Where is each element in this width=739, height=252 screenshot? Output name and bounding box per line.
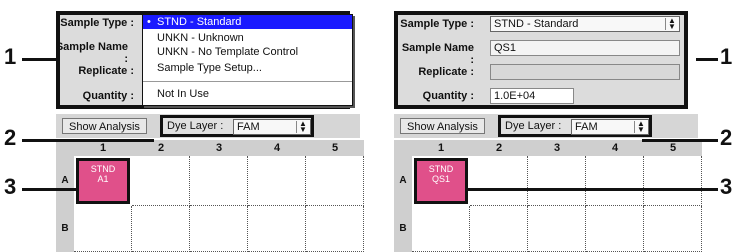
well-type: STND: [428, 164, 454, 174]
well-name: A1: [97, 174, 109, 184]
dye-layer-select[interactable]: FAM ▲ ▼: [571, 119, 649, 135]
sample-type-label: Sample Type :: [400, 18, 474, 30]
sample-info-box: Sample Type : STND - Standard ▲ ▼ Sample …: [394, 11, 688, 109]
column-header: 5: [644, 140, 702, 156]
dropdown-item-standard[interactable]: • STND - Standard: [143, 15, 352, 29]
grid-corner: [56, 140, 74, 156]
callout-2-left-line: [22, 139, 154, 142]
toolbar: Show Analysis Dye Layer : FAM ▲ ▼: [56, 114, 360, 138]
row-header: B: [394, 206, 412, 252]
dye-layer-value: FAM: [237, 121, 260, 133]
well-b5[interactable]: [306, 206, 364, 252]
well-a1-selected[interactable]: STND QS1: [414, 158, 468, 204]
well-name: QS1: [431, 174, 450, 184]
plate-grid: 1 2 3 4 5 A B STND QS1: [394, 140, 702, 252]
well-type: STND: [90, 164, 116, 174]
chevron-up-down-icon: ▲ ▼: [665, 17, 678, 31]
quantity-label: Quantity :: [82, 90, 134, 102]
sample-type-label: Sample Type :: [60, 17, 134, 29]
callout-2-left: 2: [4, 125, 17, 150]
callout-3-right: 3: [720, 174, 733, 199]
column-header: 3: [190, 140, 248, 156]
well-a4[interactable]: [248, 156, 306, 206]
column-header: 1: [74, 140, 132, 156]
dropdown-item-not-in-use[interactable]: Not In Use: [143, 87, 352, 101]
quantity-field[interactable]: 1.0E+04: [490, 88, 574, 104]
replicate-field[interactable]: [490, 64, 680, 80]
left-panel: Sample Type : Sample Name : Replicate : …: [48, 0, 368, 252]
column-header: 4: [248, 140, 306, 156]
show-analysis-button[interactable]: Show Analysis: [62, 118, 147, 134]
well-b3[interactable]: [528, 206, 586, 252]
dropdown-item-no-template-control[interactable]: UNKN - No Template Control: [143, 45, 352, 59]
well-b3[interactable]: [190, 206, 248, 252]
row-header: A: [394, 156, 412, 206]
column-header: 2: [470, 140, 528, 156]
dye-layer-box: Dye Layer : FAM ▲ ▼: [498, 115, 652, 137]
callout-2-right-line: [642, 139, 718, 142]
plate-grid: 1 2 3 4 5 A B STND A1: [56, 140, 364, 252]
well-b4[interactable]: [248, 206, 306, 252]
quantity-label: Quantity :: [422, 90, 474, 102]
well-a3[interactable]: [190, 156, 248, 206]
column-header: 4: [586, 140, 644, 156]
dropdown-item-sample-type-setup[interactable]: Sample Type Setup...: [143, 61, 352, 75]
callout-3-left-line: [22, 188, 78, 191]
well-a2[interactable]: [132, 156, 190, 206]
dye-layer-select[interactable]: FAM ▲ ▼: [233, 119, 311, 135]
well-a4[interactable]: [586, 156, 644, 206]
callout-1-right-line: [696, 58, 718, 61]
dye-layer-label: Dye Layer :: [167, 120, 224, 132]
grid-corner: [394, 140, 412, 156]
column-header: 5: [306, 140, 364, 156]
well-b1[interactable]: [74, 206, 132, 252]
dye-layer-box: Dye Layer : FAM ▲ ▼: [160, 115, 314, 137]
dye-layer-label: Dye Layer :: [505, 120, 562, 132]
dropdown-item-label: STND - Standard: [157, 16, 242, 28]
dye-layer-value: FAM: [575, 121, 598, 133]
chevron-up-down-icon: ▲ ▼: [296, 120, 309, 134]
column-header: 2: [132, 140, 190, 156]
sample-type-select[interactable]: STND - Standard ▲ ▼: [490, 16, 680, 32]
well-b2[interactable]: [132, 206, 190, 252]
column-header: 1: [412, 140, 470, 156]
callout-3-left: 3: [4, 174, 17, 199]
sample-name-label: Sample Name :: [401, 42, 474, 66]
toolbar: Show Analysis Dye Layer : FAM ▲ ▼: [394, 114, 698, 138]
well-b5[interactable]: [644, 206, 702, 252]
dropdown-item-unknown[interactable]: UNKN - Unknown: [143, 31, 352, 45]
well-a5[interactable]: [644, 156, 702, 206]
replicate-label: Replicate :: [78, 65, 134, 77]
well-b1[interactable]: [412, 206, 470, 252]
callout-1-right: 1: [720, 44, 733, 69]
callout-2-right: 2: [720, 125, 733, 150]
sample-type-value: STND - Standard: [494, 18, 579, 30]
chevron-up-down-icon: ▲ ▼: [634, 120, 647, 134]
well-a1-selected[interactable]: STND A1: [76, 158, 130, 204]
sample-name-field[interactable]: QS1: [490, 40, 680, 56]
callout-1-left-line: [22, 58, 58, 61]
dropdown-separator: [143, 81, 352, 82]
row-header: A: [56, 156, 74, 206]
well-b2[interactable]: [470, 206, 528, 252]
well-a2[interactable]: [470, 156, 528, 206]
row-header: B: [56, 206, 74, 252]
well-b4[interactable]: [586, 206, 644, 252]
well-a3[interactable]: [528, 156, 586, 206]
right-panel: Sample Type : STND - Standard ▲ ▼ Sample …: [386, 0, 706, 252]
replicate-label: Replicate :: [418, 66, 474, 78]
check-icon: •: [147, 16, 151, 28]
column-header: 3: [528, 140, 586, 156]
show-analysis-button[interactable]: Show Analysis: [400, 118, 485, 134]
sample-type-dropdown[interactable]: • STND - Standard UNKN - Unknown UNKN - …: [142, 14, 353, 106]
sample-name-label: Sample Name :: [55, 41, 128, 65]
callout-3-right-line: [468, 188, 718, 191]
callout-1-left: 1: [4, 44, 17, 69]
well-a5[interactable]: [306, 156, 364, 206]
